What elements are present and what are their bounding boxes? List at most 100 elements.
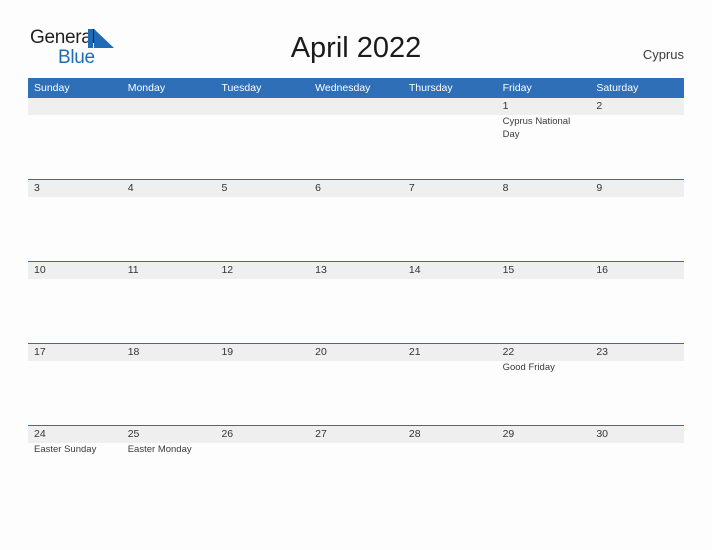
date-number: 1: [502, 100, 509, 112]
calendar-day-cell[interactable]: 26: [215, 426, 310, 507]
date-number: 22: [502, 346, 515, 358]
date-number: 2: [596, 100, 603, 112]
date-number: 19: [221, 346, 234, 358]
event-list: Cyprus National Day: [503, 116, 591, 141]
calendar-day-cell[interactable]: 19: [215, 344, 310, 425]
date-number-band: [402, 98, 497, 115]
date-number: 6: [315, 182, 321, 194]
calendar-day-cell[interactable]: 29: [496, 426, 591, 507]
calendar-day-cell[interactable]: 8: [496, 180, 591, 261]
calendar-day-cell[interactable]: 20: [309, 344, 403, 425]
date-number: 18: [127, 346, 140, 358]
week-cells: 17 18 19 20 21 22 Good Friday 23: [28, 344, 685, 425]
date-number: 10: [34, 264, 46, 276]
calendar-weeks: 1 Cyprus National Day 2 3 4 5 6 7 8 9 10 11 12 13 14 15…: [28, 98, 685, 507]
date-number: 30: [596, 428, 608, 440]
event-list: Good Friday: [503, 362, 591, 375]
date-number: 7: [408, 182, 415, 194]
holiday-event: Good Friday: [502, 362, 555, 373]
page-title: April 2022: [290, 32, 422, 64]
holiday-event: Easter Monday: [127, 444, 192, 455]
day-of-week-header-wednesday: Wednesday: [315, 82, 371, 94]
day-of-week-header-monday: Monday: [127, 82, 166, 94]
calendar-day-cell-empty[interactable]: [121, 98, 216, 179]
date-number: 4: [127, 182, 134, 194]
event-list: Easter Sunday: [34, 444, 122, 457]
calendar-week-row: 1 Cyprus National Day 2: [28, 98, 685, 179]
day-of-week-header-row: Sunday Monday Tuesday Wednesday Thursday Frid…: [28, 78, 684, 98]
date-number: 23: [596, 346, 608, 358]
date-number-band: [215, 98, 310, 115]
calendar-week-row: 24 Easter Sunday 25 Easter Monday 26 27 28 29 30: [28, 425, 685, 507]
date-number: 5: [221, 182, 228, 194]
date-number: 12: [221, 264, 234, 276]
date-number: 24: [34, 428, 46, 440]
date-number: 14: [408, 264, 421, 276]
calendar-day-cell[interactable]: 13: [309, 262, 403, 343]
week-cells: 10 11 12 13 14 15 16: [28, 262, 685, 343]
calendar-day-cell[interactable]: 15: [496, 262, 591, 343]
calendar-day-cell[interactable]: 9: [590, 180, 685, 261]
calendar-day-cell[interactable]: 12: [215, 262, 310, 343]
calendar-day-cell[interactable]: 4: [121, 180, 216, 261]
calendar-day-cell[interactable]: 5: [215, 180, 310, 261]
week-cells: 24 Easter Sunday 25 Easter Monday 26 27 28 29 30: [28, 426, 685, 507]
date-number: 16: [596, 264, 608, 276]
date-number: 20: [315, 346, 327, 358]
calendar-day-cell[interactable]: 25 Easter Monday: [121, 426, 216, 507]
calendar-day-cell[interactable]: 17: [28, 344, 122, 425]
calendar-day-cell[interactable]: 23: [590, 344, 685, 425]
date-number: 8: [502, 182, 509, 194]
date-number: 3: [34, 182, 40, 194]
day-of-week-header-friday: Friday: [502, 82, 532, 94]
date-number: 26: [221, 428, 234, 440]
calendar-day-cell-empty[interactable]: [309, 98, 403, 179]
date-number: 29: [502, 428, 515, 440]
date-number-band: [309, 98, 403, 115]
day-of-week-header-thursday: Thursday: [408, 82, 453, 94]
day-of-week-header-saturday: Saturday: [596, 82, 639, 94]
calendar-day-cell[interactable]: 24 Easter Sunday: [28, 426, 122, 507]
date-number: 21: [408, 346, 421, 358]
calendar-day-cell[interactable]: 2: [590, 98, 685, 179]
calendar-day-cell[interactable]: 3: [28, 180, 122, 261]
country-label: Cyprus: [642, 47, 684, 62]
calendar-day-cell-empty[interactable]: [28, 98, 122, 179]
calendar-day-cell[interactable]: 6: [309, 180, 403, 261]
calendar-week-row: 17 18 19 20 21 22 Good Friday 23: [28, 343, 685, 425]
calendar-day-cell[interactable]: 22 Good Friday: [496, 344, 591, 425]
holiday-event: Easter Sunday: [34, 444, 97, 455]
holiday-event: Cyprus National Day: [502, 116, 571, 140]
calendar-day-cell-empty[interactable]: [402, 98, 497, 179]
calendar-week-row: 3 4 5 6 7 8 9: [28, 179, 685, 261]
event-list: Easter Monday: [128, 444, 216, 457]
week-cells: 3 4 5 6 7 8 9: [28, 180, 685, 261]
week-cells: 1 Cyprus National Day 2: [28, 98, 685, 179]
calendar-day-cell[interactable]: 28: [402, 426, 497, 507]
calendar-day-cell[interactable]: 18: [121, 344, 216, 425]
day-of-week-header-sunday: Sunday: [34, 82, 70, 94]
calendar-day-cell[interactable]: 1 Cyprus National Day: [496, 98, 591, 179]
page-header: General Blue April 2022 Cyprus: [0, 0, 712, 67]
calendar-day-cell[interactable]: 30: [590, 426, 685, 507]
date-number: 9: [596, 182, 603, 194]
calendar-day-cell[interactable]: 27: [309, 426, 403, 507]
calendar-day-cell[interactable]: 16: [590, 262, 685, 343]
calendar-grid: Sunday Monday Tuesday Wednesday Thursday Frid…: [28, 78, 685, 507]
calendar-day-cell[interactable]: 10: [28, 262, 122, 343]
date-number: 27: [315, 428, 327, 440]
date-number-band: [121, 98, 216, 115]
calendar-day-cell-empty[interactable]: [215, 98, 310, 179]
date-number-band: [28, 98, 122, 115]
date-number: 25: [127, 428, 140, 440]
date-number: 15: [502, 264, 515, 276]
calendar-day-cell[interactable]: 14: [402, 262, 497, 343]
date-number: 13: [315, 264, 327, 276]
date-number: 28: [408, 428, 421, 440]
date-number: 11: [127, 264, 139, 276]
calendar-day-cell[interactable]: 21: [402, 344, 497, 425]
day-of-week-header-tuesday: Tuesday: [221, 82, 262, 94]
calendar-week-row: 10 11 12 13 14 15 16: [28, 261, 685, 343]
calendar-day-cell[interactable]: 11: [121, 262, 216, 343]
calendar-day-cell[interactable]: 7: [402, 180, 497, 261]
